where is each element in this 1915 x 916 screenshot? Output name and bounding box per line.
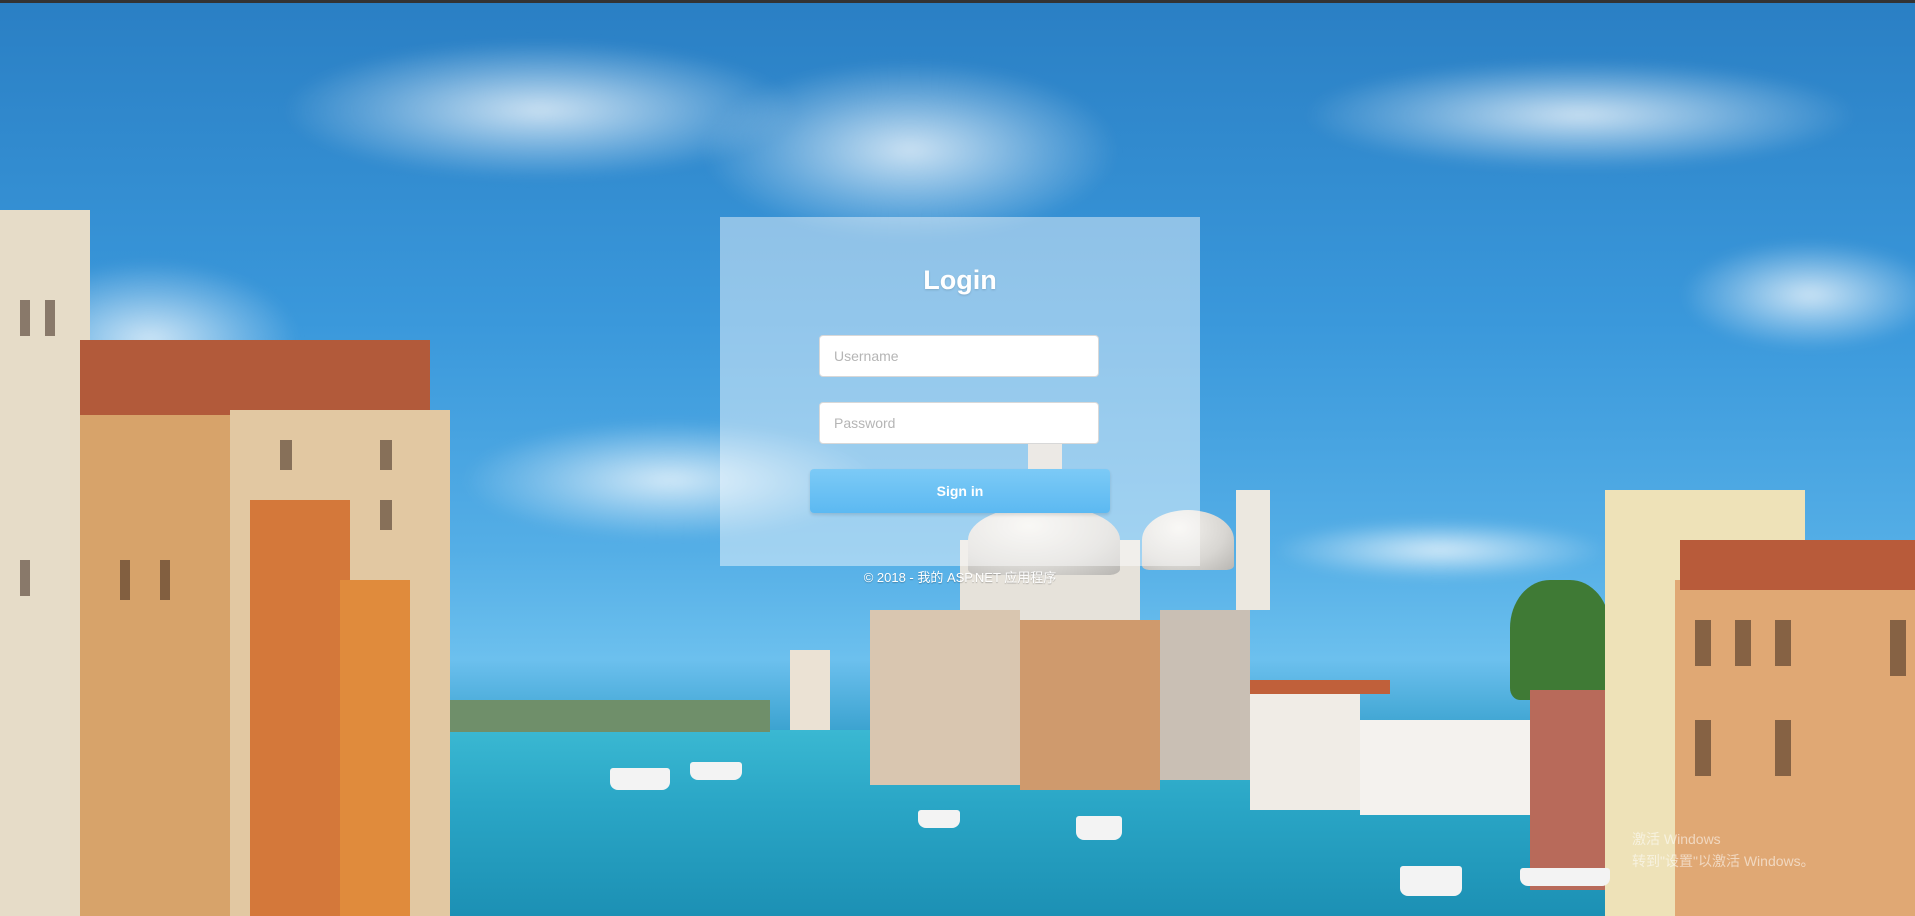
customs-tower — [790, 650, 830, 730]
window — [380, 440, 392, 470]
building-center-3 — [1160, 610, 1250, 780]
window — [380, 500, 392, 530]
boat — [1076, 816, 1122, 840]
building-left-5 — [340, 580, 410, 916]
window — [1695, 720, 1711, 776]
building-left-4 — [250, 500, 350, 916]
cloud — [1300, 60, 1860, 170]
building-left-2 — [80, 400, 230, 916]
distant-shore — [440, 700, 770, 732]
roof-right — [1680, 540, 1915, 590]
window — [160, 560, 170, 600]
window — [280, 440, 292, 470]
window — [20, 300, 30, 336]
footer-copyright: © 2018 - 我的 ASP.NET 应用程序 — [863, 570, 1057, 585]
building-right-1 — [1530, 690, 1610, 890]
window — [120, 560, 130, 600]
boat — [1520, 868, 1610, 886]
trees — [1510, 580, 1610, 700]
window — [1775, 620, 1791, 666]
window — [45, 300, 55, 336]
sign-in-button[interactable]: Sign in — [810, 469, 1110, 513]
bell-tower — [1236, 490, 1270, 610]
building-center-5 — [1360, 720, 1530, 815]
window — [1735, 620, 1751, 666]
password-input[interactable] — [819, 402, 1099, 444]
login-title: Login — [923, 265, 997, 295]
activate-windows-watermark: 激活 Windows 转到"设置"以激活 Windows。 — [1632, 828, 1815, 872]
window-top-border — [0, 0, 1915, 3]
window — [20, 560, 30, 596]
username-input[interactable] — [819, 335, 1099, 377]
login-page: Login Sign in © 2018 - 我的 ASP.NET 应用程序 激… — [0, 0, 1915, 916]
roof-center — [1250, 680, 1390, 694]
building-center-1 — [870, 610, 1020, 785]
boat — [918, 810, 960, 828]
window — [1695, 620, 1711, 666]
cloud — [1270, 520, 1610, 580]
cloud — [1680, 240, 1915, 350]
watermark-line-2: 转到"设置"以激活 Windows。 — [1632, 853, 1815, 869]
boat — [1400, 866, 1462, 896]
building-center-4 — [1250, 690, 1360, 810]
boat — [690, 762, 742, 780]
building-center-2 — [1020, 620, 1160, 790]
login-panel: Login Sign in — [720, 217, 1200, 566]
watermark-line-1: 激活 Windows — [1632, 831, 1721, 847]
window — [1890, 620, 1906, 676]
roof-left — [80, 340, 430, 415]
cloud — [700, 60, 1120, 240]
window — [1775, 720, 1791, 776]
boat — [610, 768, 670, 790]
